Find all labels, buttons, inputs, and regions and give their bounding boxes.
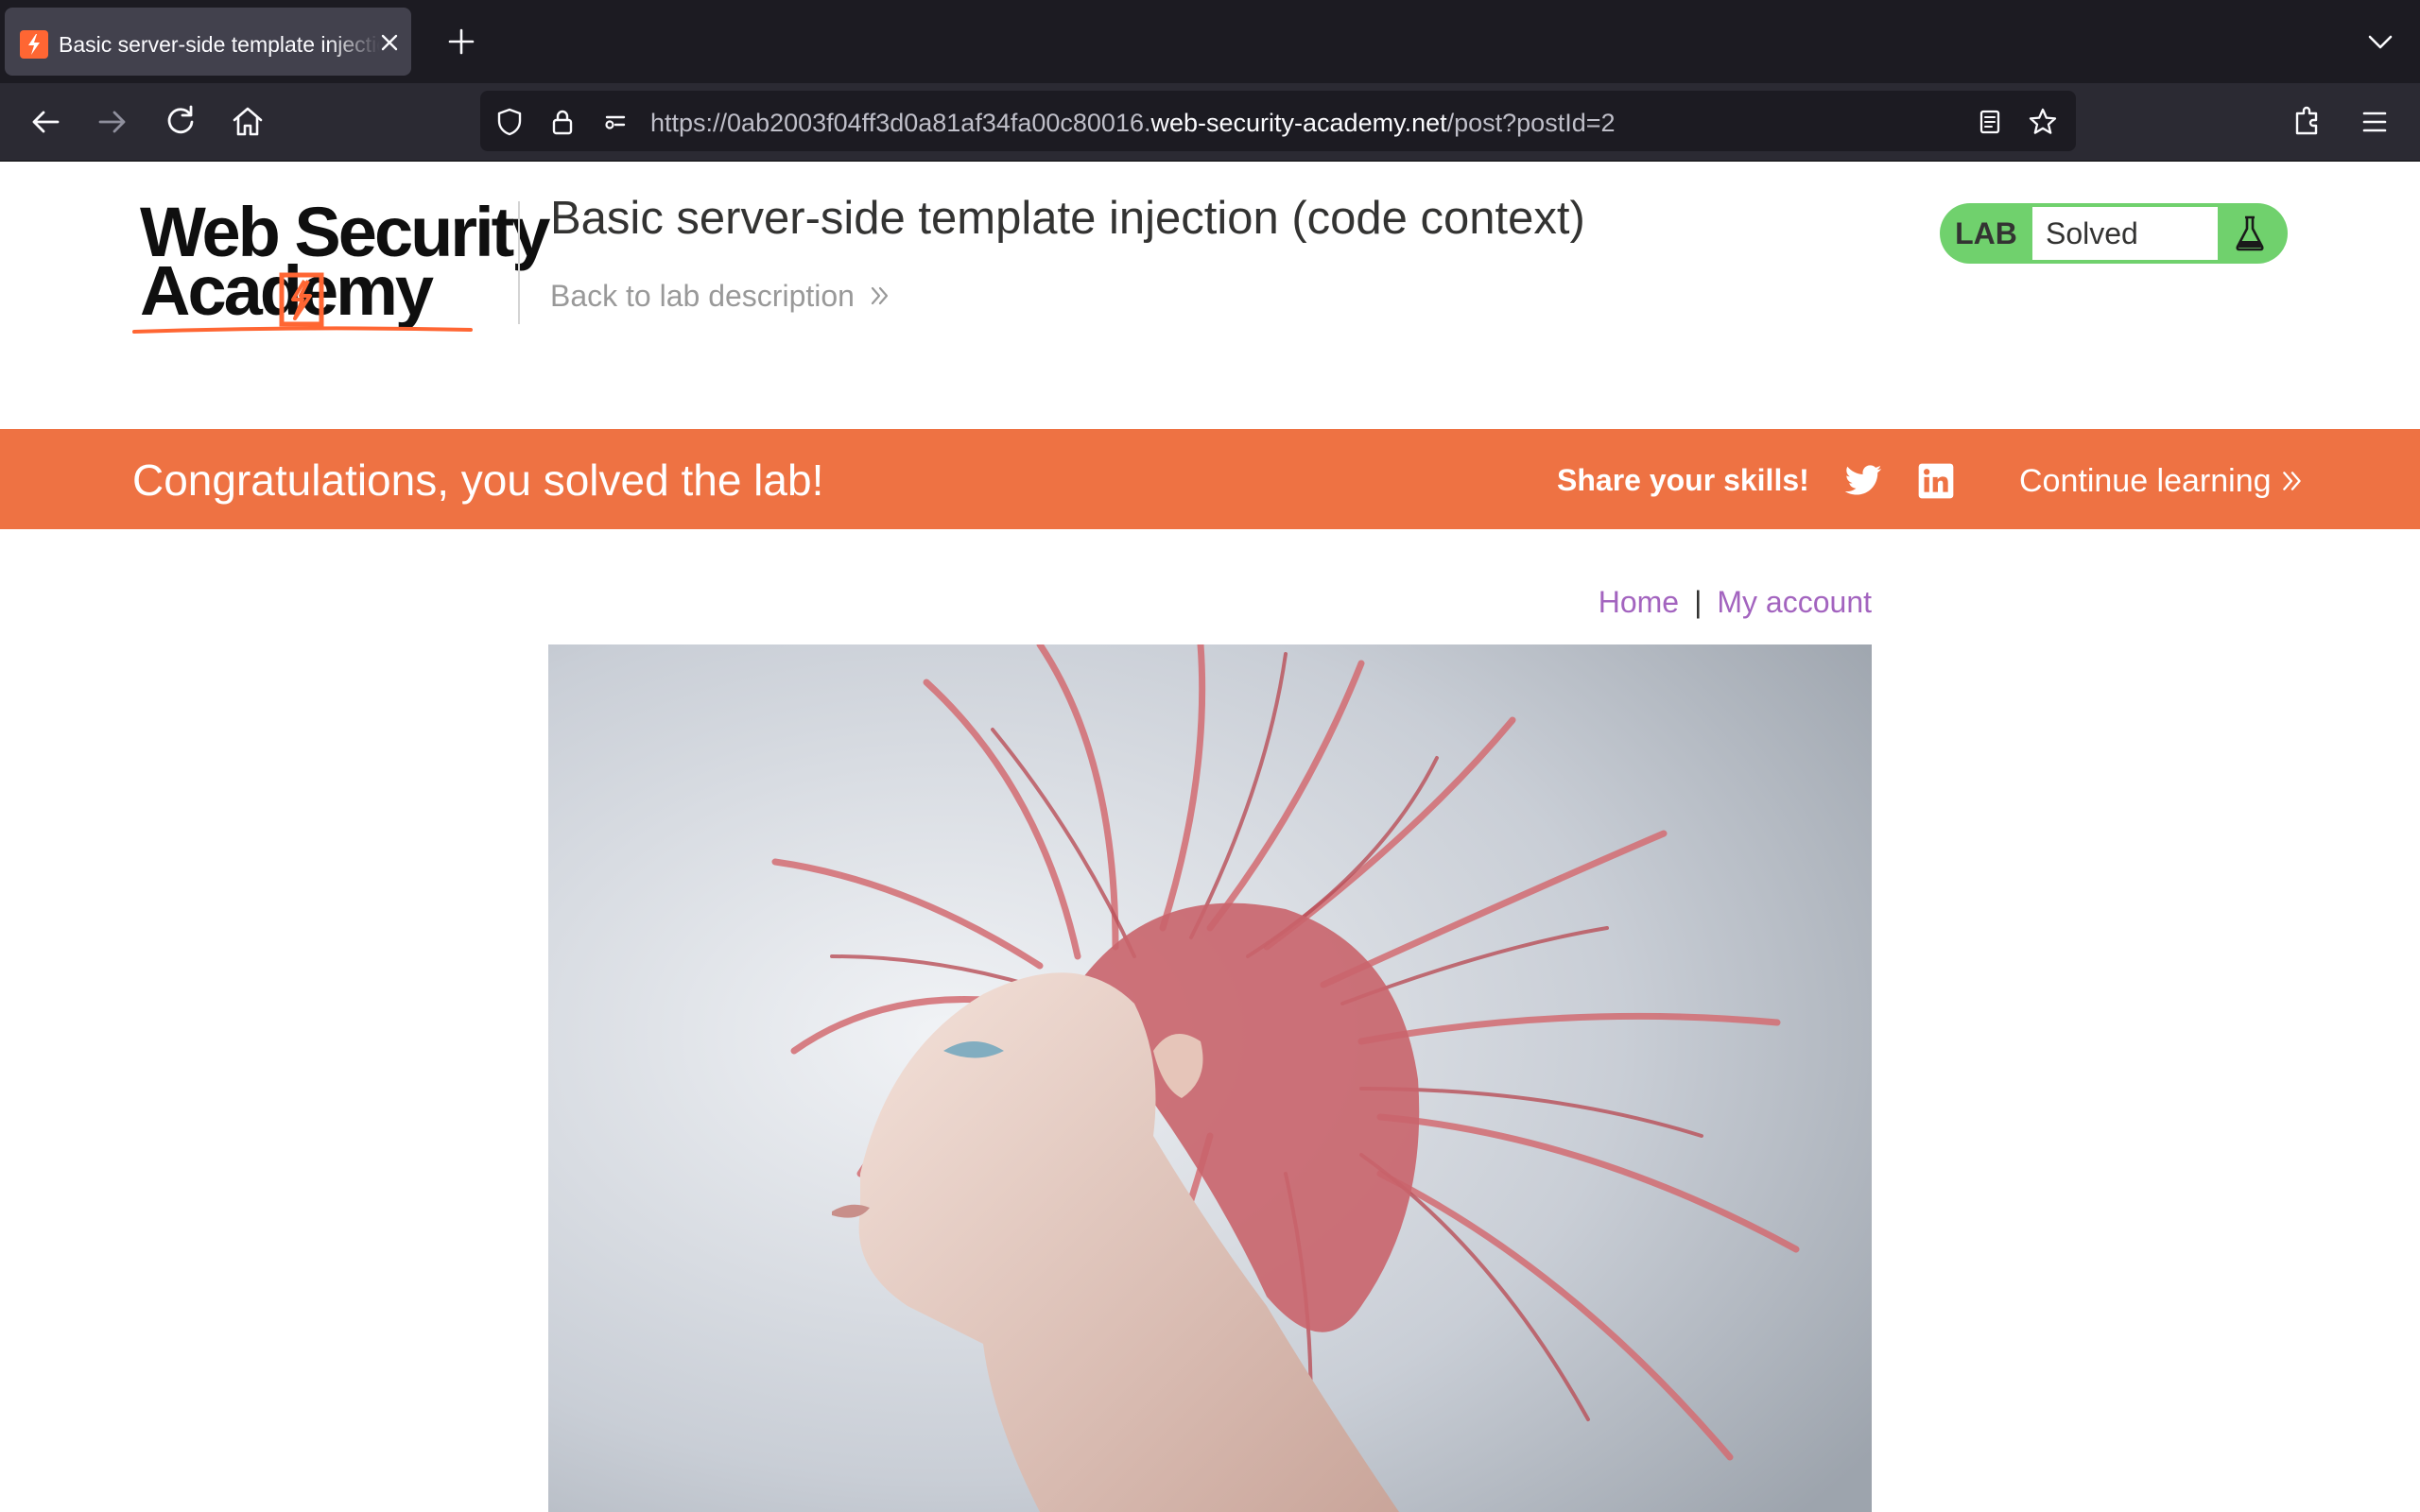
top-nav-links: Home | My account (1599, 583, 1872, 621)
home-icon[interactable] (226, 100, 269, 144)
continue-learning-label: Continue learning (2019, 463, 2272, 499)
tab-title: Basic server-side template injection (co… (59, 32, 380, 57)
header-divider (518, 201, 520, 324)
permissions-icon[interactable] (599, 106, 631, 138)
back-link-label: Back to lab description (550, 279, 855, 313)
reload-icon[interactable] (159, 100, 202, 144)
double-chevron-icon (2282, 472, 2301, 490)
star-icon[interactable] (2027, 106, 2059, 138)
url-host: web-security-academy.net (1150, 109, 1447, 137)
forward-arrow-icon[interactable] (91, 100, 134, 144)
extensions-icon[interactable] (2286, 100, 2329, 144)
double-chevron-icon (871, 286, 889, 305)
reader-view-icon[interactable] (1974, 106, 2006, 138)
my-account-link[interactable]: My account (1717, 585, 1872, 619)
plus-icon[interactable] (441, 21, 482, 62)
lab-status-badge: LAB Solved (1940, 203, 2288, 264)
url-prefix: https://0ab2003f04ff3d0a81af34fa00c80016… (650, 109, 1151, 137)
shield-icon[interactable] (493, 106, 526, 138)
close-icon[interactable] (375, 28, 404, 57)
back-arrow-icon[interactable] (24, 100, 67, 144)
browser-tab-active[interactable]: Basic server-side template injection (co… (5, 8, 411, 76)
page-content: Web Security Academy Basic server-side t… (0, 162, 2420, 1512)
continue-learning-link[interactable]: Continue learning (2019, 461, 2306, 501)
home-link[interactable]: Home (1599, 585, 1679, 619)
lab-tag: LAB (1955, 216, 2017, 250)
url-bar[interactable]: https://0ab2003f04ff3d0a81af34fa00c80016… (480, 91, 2076, 151)
lab-state: Solved (2032, 207, 2218, 260)
browser-tab-bar: Basic server-side template injection (co… (0, 0, 2420, 83)
share-label: Share your skills! (1557, 463, 1809, 497)
favicon-icon (20, 30, 48, 59)
solved-banner: Congratulations, you solved the lab! Sha… (0, 429, 2420, 529)
twitter-icon[interactable] (1843, 461, 1883, 501)
browser-nav-bar: https://0ab2003f04ff3d0a81af34fa00c80016… (0, 83, 2420, 162)
chevron-down-icon[interactable] (2360, 21, 2401, 62)
hamburger-menu-icon[interactable] (2353, 100, 2396, 144)
lock-icon[interactable] (546, 106, 579, 138)
logo-underline (132, 326, 473, 334)
blog-post-image (548, 644, 1872, 1512)
nav-separator: | (1694, 585, 1703, 619)
back-to-lab-description-link[interactable]: Back to lab description (550, 277, 892, 315)
flask-icon (2236, 215, 2264, 251)
linkedin-icon[interactable] (1917, 462, 1955, 500)
url-text[interactable]: https://0ab2003f04ff3d0a81af34fa00c80016… (650, 108, 1616, 138)
lab-title: Basic server-side template injection (co… (550, 193, 1585, 244)
solved-message: Congratulations, you solved the lab! (132, 455, 824, 505)
url-path: /post?postId=2 (1446, 109, 1616, 137)
